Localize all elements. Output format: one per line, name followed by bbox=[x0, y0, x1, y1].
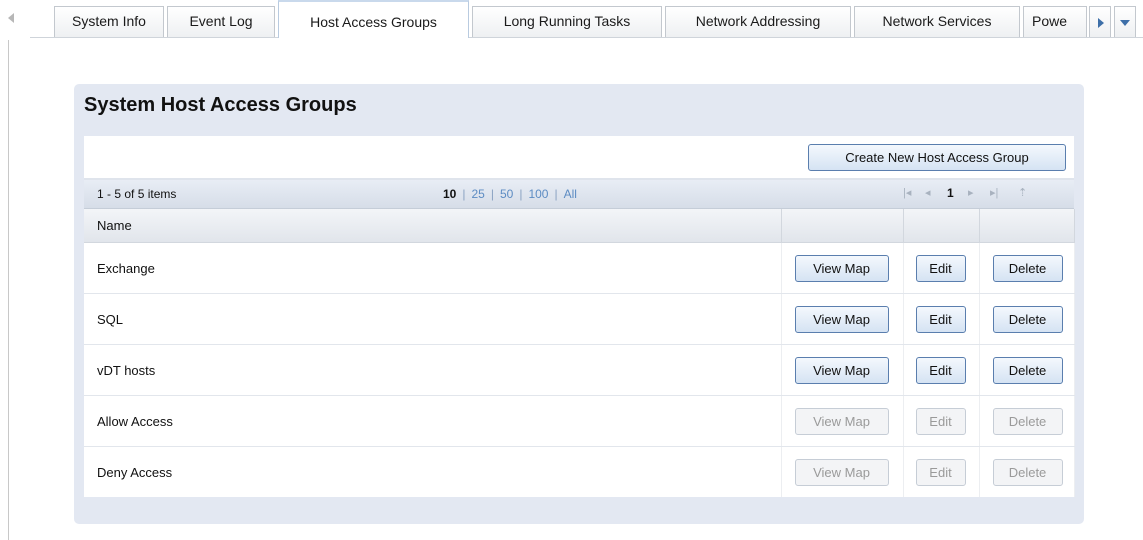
host-access-groups-table: Name Exchange View Map Edit Delete SQL V… bbox=[84, 209, 1075, 497]
edit-button[interactable]: Edit bbox=[915, 306, 966, 333]
row-name: Deny Access bbox=[84, 446, 782, 497]
page-size-selector: 10 | 25 | 50 | 100 | All bbox=[443, 187, 577, 201]
next-page-icon[interactable]: ▸ bbox=[968, 186, 974, 199]
delete-button: Delete bbox=[992, 408, 1063, 435]
create-host-access-group-button[interactable]: Create New Host Access Group bbox=[808, 144, 1066, 171]
edit-button: Edit bbox=[915, 408, 966, 435]
edit-button: Edit bbox=[915, 459, 966, 486]
edit-button[interactable]: Edit bbox=[915, 255, 966, 282]
delete-button: Delete bbox=[992, 459, 1063, 486]
page-size-25[interactable]: 25 bbox=[471, 187, 484, 201]
current-page: 1 bbox=[947, 186, 954, 200]
page-size-10: 10 bbox=[443, 187, 457, 201]
table-row[interactable]: Deny Access View Map Edit Delete bbox=[84, 446, 1075, 497]
delete-button[interactable]: Delete bbox=[992, 255, 1063, 282]
scroll-tabs-left-icon[interactable] bbox=[8, 13, 14, 23]
tab-strip-border bbox=[30, 37, 1143, 38]
tab-list-dropdown-button[interactable] bbox=[1114, 6, 1136, 37]
row-name: SQL bbox=[84, 293, 782, 345]
page-size-50[interactable]: 50 bbox=[500, 187, 513, 201]
table-header-row: Name bbox=[84, 209, 1075, 243]
delete-button[interactable]: Delete bbox=[992, 306, 1063, 333]
view-map-button[interactable]: View Map bbox=[794, 255, 889, 282]
view-map-button[interactable]: View Map bbox=[794, 357, 889, 384]
column-header-name[interactable]: Name bbox=[84, 209, 782, 243]
panel-toolbar: Create New Host Access Group bbox=[84, 136, 1074, 180]
tab-bar: System Info Event Log Host Access Groups… bbox=[0, 0, 1143, 38]
table-row[interactable]: vDT hosts View Map Edit Delete bbox=[84, 344, 1075, 396]
delete-button[interactable]: Delete bbox=[992, 357, 1063, 384]
tab-system-info[interactable]: System Info bbox=[54, 6, 164, 37]
first-page-icon[interactable]: |◂ bbox=[903, 186, 911, 199]
column-header-view bbox=[781, 209, 904, 243]
tab-network-services[interactable]: Network Services bbox=[854, 6, 1020, 37]
scroll-top-icon[interactable]: ⇡ bbox=[1018, 186, 1027, 199]
host-access-groups-panel: System Host Access Groups Create New Hos… bbox=[74, 84, 1084, 524]
chevron-right-icon bbox=[1098, 18, 1104, 28]
tab-network-addressing[interactable]: Network Addressing bbox=[665, 6, 851, 37]
tab-event-log[interactable]: Event Log bbox=[167, 6, 275, 37]
view-map-button: View Map bbox=[794, 408, 889, 435]
column-header-edit bbox=[903, 209, 980, 243]
view-map-button: View Map bbox=[794, 459, 889, 486]
page-size-all[interactable]: All bbox=[564, 187, 577, 201]
tab-power[interactable]: Powe bbox=[1023, 6, 1087, 37]
chevron-down-icon bbox=[1120, 20, 1130, 26]
item-count: 1 - 5 of 5 items bbox=[97, 187, 177, 201]
tab-long-running-tasks[interactable]: Long Running Tasks bbox=[472, 6, 662, 37]
panel-title: System Host Access Groups bbox=[84, 94, 357, 116]
tab-host-access-groups[interactable]: Host Access Groups bbox=[278, 0, 469, 38]
table-row[interactable]: Exchange View Map Edit Delete bbox=[84, 242, 1075, 294]
row-name: Exchange bbox=[84, 242, 782, 294]
table-row[interactable]: SQL View Map Edit Delete bbox=[84, 293, 1075, 345]
page-size-100[interactable]: 100 bbox=[528, 187, 548, 201]
last-page-icon[interactable]: ▸| bbox=[990, 186, 998, 199]
edit-button[interactable]: Edit bbox=[915, 357, 966, 384]
left-divider bbox=[8, 40, 9, 540]
row-name: vDT hosts bbox=[84, 344, 782, 396]
view-map-button[interactable]: View Map bbox=[794, 306, 889, 333]
row-name: Allow Access bbox=[84, 395, 782, 447]
pager-bar: 1 - 5 of 5 items 10 | 25 | 50 | 100 | All |◂ ◂ 1… bbox=[84, 180, 1074, 209]
table-row[interactable]: Allow Access View Map Edit Delete bbox=[84, 395, 1075, 447]
prev-page-icon[interactable]: ◂ bbox=[925, 186, 931, 199]
scroll-tabs-right-button[interactable] bbox=[1089, 6, 1111, 37]
column-header-delete bbox=[979, 209, 1075, 243]
